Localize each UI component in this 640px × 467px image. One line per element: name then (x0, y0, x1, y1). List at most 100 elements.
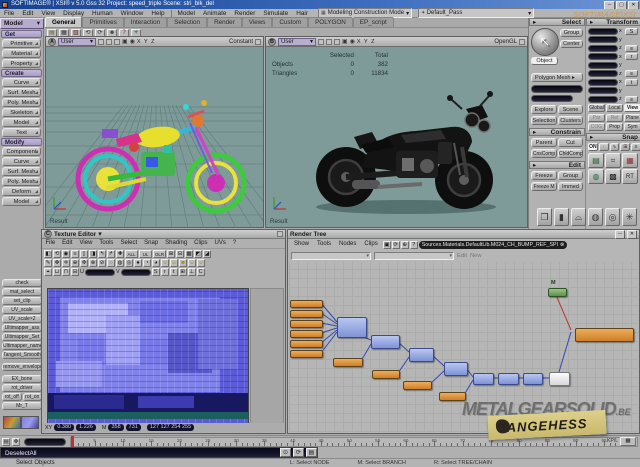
te-toolbar-icon[interactable]: ● (134, 259, 142, 267)
ref-plane-button[interactable]: Plane (624, 114, 640, 122)
selection-button[interactable]: Selection (531, 116, 557, 125)
tab-render[interactable]: Render (207, 17, 242, 27)
module-selector[interactable]: Model ▾ (0, 18, 44, 29)
te-toolbar-icon[interactable]: ◩ (194, 250, 202, 258)
button-create-skeleton[interactable]: Skeleton (2, 108, 41, 117)
te-toolbar-icon[interactable]: ⊟ (176, 250, 184, 258)
explore-button[interactable]: Explore (531, 105, 557, 114)
button-modify-curve[interactable]: Curve (2, 157, 41, 166)
axis-lock-buttons[interactable]: X Y Z (357, 39, 376, 45)
selection-filter-dropdown[interactable]: Polygon Mesh ▸ (531, 73, 583, 82)
u-value-field[interactable] (85, 269, 115, 276)
timeline-lock-icon[interactable]: ▤ (2, 438, 10, 446)
button-tangent-smooth[interactable]: Tangent_Smooth (2, 351, 42, 359)
ref-global-button[interactable]: Global (588, 104, 605, 112)
button-create-text[interactable]: Text (2, 128, 41, 137)
button-uv-scale-2[interactable]: UV_scale×2 (2, 315, 42, 323)
tab-polygon[interactable]: POLYGON (308, 17, 353, 27)
button-set-clip[interactable]: set_clip (2, 297, 42, 305)
button-rot-on[interactable]: rot_on (23, 393, 43, 401)
shader-node[interactable] (523, 373, 543, 385)
normal-map-canvas[interactable] (47, 288, 249, 425)
grid-primitive-icon[interactable]: ⌓ (571, 208, 586, 226)
selection-field[interactable] (531, 85, 583, 93)
render-tree-header[interactable]: Render Tree ─ ✕ (288, 230, 639, 239)
explorer-icon[interactable]: ▤ (588, 153, 604, 168)
freeze-button[interactable]: Freeze (531, 171, 557, 180)
selection-subfield[interactable] (531, 95, 573, 102)
tab-views[interactable]: Views (242, 17, 273, 27)
texture-node[interactable] (403, 381, 432, 390)
shader-node[interactable] (473, 373, 494, 385)
te-menu--[interactable]: ? (229, 239, 239, 248)
script-command-input[interactable]: DeselectAll (0, 447, 318, 458)
button-uv-scale[interactable]: UV_scale (2, 306, 42, 314)
transform-options-button[interactable]: ≡ (625, 45, 638, 52)
te-toolbar-icon[interactable]: ≡ (71, 250, 79, 258)
te-toolbar-icon[interactable]: ▩ (185, 250, 193, 258)
te-toolbar-icon[interactable]: ↰ (98, 250, 106, 258)
transform-t-button[interactable]: t (625, 79, 638, 86)
button-remove-envelope[interactable]: remove_envelope (2, 363, 42, 371)
transform-r-y-field[interactable] (588, 62, 618, 69)
lock-icon[interactable]: ▣ (383, 241, 391, 249)
texture-editor-header[interactable]: C Texture Editor ▾ (42, 230, 285, 239)
clusters-button[interactable]: Clusters (558, 116, 583, 125)
transform-r-z-field[interactable] (588, 70, 618, 77)
te-toolbar-icon[interactable]: ☺ (170, 259, 178, 267)
te-toolbar-icon[interactable]: ◕ (152, 259, 160, 267)
center-button[interactable]: Center (560, 40, 583, 48)
refresh-icon[interactable]: ⟳ (392, 241, 400, 249)
freeze-m-button[interactable]: Freeze M (531, 182, 557, 191)
menu-file[interactable]: File (0, 9, 18, 18)
te-toolbar-icon[interactable]: ⟲ (53, 250, 61, 258)
zoom-icon[interactable]: ⊕ (401, 241, 409, 249)
viewport-memo-cam[interactable] (98, 39, 104, 45)
te-toolbar-icon[interactable]: ⊟ (71, 268, 79, 276)
viewport-memo-cam[interactable] (114, 39, 120, 45)
te-toolbar-icon[interactable]: ⊞ (179, 268, 187, 276)
te-toolbar-icon[interactable]: ▯ (80, 250, 88, 258)
te-toolbar-icon[interactable]: ◌ (107, 259, 115, 267)
material-dropdown[interactable]: ▾ (374, 252, 454, 260)
te-toolbar-icon[interactable]: ◍ (116, 259, 124, 267)
material-path-pill[interactable]: Sources.Materials.DefaultLib.M024_CH_BUM… (419, 241, 568, 249)
transform-s-button[interactable]: S (625, 28, 638, 35)
te-toolbar-icon[interactable]: r (161, 268, 169, 276)
resize-viewport-icon[interactable] (519, 39, 525, 45)
netview-icon[interactable]: ◍ (588, 169, 604, 184)
image-input-node[interactable] (290, 310, 323, 318)
te-menu-view[interactable]: View (76, 239, 96, 248)
te-toolbar-icon[interactable]: ◔ (143, 259, 151, 267)
weight-paint-icon[interactable]: ▩ (605, 169, 621, 184)
transform-s-y-field[interactable] (588, 36, 618, 43)
viewport-memo-cam[interactable] (106, 39, 112, 45)
te-toolbar-icon[interactable]: ✎ (44, 259, 52, 267)
edit-button[interactable]: Edit (457, 253, 467, 259)
panel-arrow-icon[interactable]: ▸ (533, 129, 536, 135)
resize-viewport-icon[interactable] (255, 39, 261, 45)
texture-node[interactable] (333, 358, 363, 367)
script-editor-icon[interactable]: ▤ (306, 448, 317, 457)
tab-custom[interactable]: Custom (272, 17, 308, 27)
transform-options-button[interactable]: ≡ (625, 70, 638, 77)
immed-button[interactable]: Immed (558, 182, 583, 191)
te-menu-uvs[interactable]: UVs (211, 239, 229, 248)
display-mode-label[interactable]: Constant (229, 39, 253, 45)
transform-options-button[interactable]: ≡ (625, 96, 638, 103)
viewport-letter-button[interactable]: A (48, 38, 56, 46)
te-menu-clips[interactable]: Clips (191, 239, 211, 248)
te-menu-select[interactable]: Select (117, 239, 141, 248)
button-ultimapper-ass[interactable]: Ultimapper_ass (2, 324, 42, 332)
render-pass-dropdown[interactable]: ✦ Default_Pass ▾ (418, 8, 534, 18)
maximize-pane-icon[interactable] (277, 231, 283, 237)
tab-ep-script[interactable]: EP_script (353, 17, 394, 27)
constrain-cut-button[interactable]: Cut (558, 138, 583, 147)
phong-node[interactable] (549, 372, 570, 386)
current-frame-field[interactable] (24, 438, 66, 446)
ref-view-button[interactable]: View (624, 104, 640, 112)
texture-thumbnail[interactable] (21, 416, 39, 429)
button-ultimapper-set[interactable]: Ultimapper_Set (2, 333, 42, 341)
mix-node[interactable] (444, 362, 468, 376)
ref-local-button[interactable]: Local (606, 104, 623, 112)
